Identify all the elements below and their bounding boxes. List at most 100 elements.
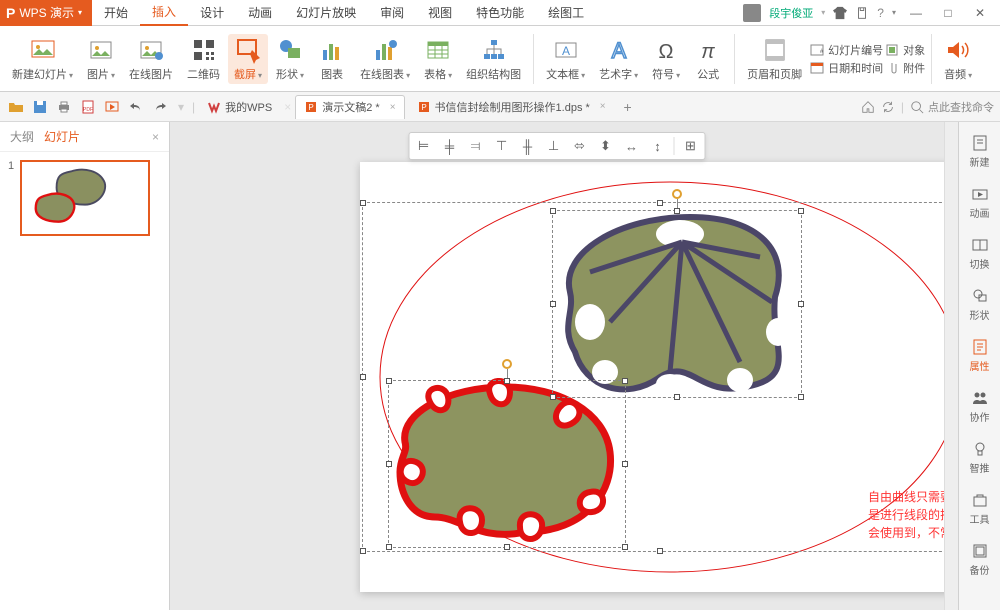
export-pdf-icon[interactable]: PDF [78, 97, 98, 117]
skin-icon[interactable] [833, 6, 847, 20]
datetime-button[interactable]: 日期和时间 [810, 60, 883, 76]
panel-shape[interactable]: 形状 [959, 283, 1000, 326]
maximize-button[interactable]: □ [936, 3, 960, 23]
tab-home[interactable]: 开始 [92, 0, 140, 26]
tab-review[interactable]: 审阅 [368, 0, 416, 26]
undo-icon[interactable] [126, 97, 146, 117]
panel-new[interactable]: 新建 [959, 130, 1000, 173]
user-name[interactable]: 段宇俊亚 [769, 5, 813, 21]
save-icon[interactable] [30, 97, 50, 117]
qrcode-button[interactable]: 二维码 [181, 34, 226, 84]
panel-collab[interactable]: 协作 [959, 385, 1000, 428]
attach-button[interactable]: 附件 [885, 60, 925, 76]
close-panel-icon[interactable]: × [152, 130, 159, 144]
tab-design[interactable]: 设计 [188, 0, 236, 26]
tab-view[interactable]: 视图 [416, 0, 464, 26]
doc-tab-1[interactable]: P 书信信封绘制用图形操作1.dps * × [409, 95, 614, 119]
same-width-icon[interactable]: ↔ [620, 135, 644, 157]
doc-tab-bar: PDF ▾ | 我的WPS × P 演示文稿2 * × P 书信信封绘制用图形操… [0, 92, 1000, 122]
shape-1-selection[interactable] [552, 210, 802, 398]
slides-tab[interactable]: 幻灯片 [44, 128, 80, 145]
wordart-button[interactable]: A 艺术字 [593, 34, 644, 84]
vertical-scrollbar[interactable] [944, 122, 958, 610]
chevron-down-icon[interactable]: ▾ [78, 8, 82, 17]
panel-smart[interactable]: 智推 [959, 436, 1000, 479]
mywps-tab[interactable]: 我的WPS [199, 95, 280, 119]
ribbon-tabs: 开始 插入 设计 动画 幻灯片放映 审阅 视图 特色功能 绘图工 [92, 0, 596, 26]
svg-text:A: A [562, 44, 570, 58]
close-tab-icon[interactable]: × [390, 102, 396, 113]
image-button[interactable]: 图片 [81, 34, 121, 84]
orgchart-button[interactable]: 组织结构图 [460, 34, 527, 84]
align-left-icon[interactable]: ⊨ [412, 135, 436, 157]
formula-button[interactable]: π 公式 [688, 34, 728, 84]
preview-icon[interactable] [102, 97, 122, 117]
distribute-h-icon[interactable]: ⬄ [568, 135, 592, 157]
ribbon-col-2: 对象 附件 [885, 42, 925, 76]
same-height-icon[interactable]: ↕ [646, 135, 670, 157]
redo-icon[interactable] [150, 97, 170, 117]
tab-insert[interactable]: 插入 [140, 0, 188, 26]
app-name: WPS 演示 [19, 4, 74, 21]
align-middle-v-icon[interactable]: ╫ [516, 135, 540, 157]
titlebar-right: 段宇俊亚 ▾ ? ▾ — □ ✕ [743, 3, 1000, 23]
slide-thumbnail-1[interactable] [20, 160, 150, 236]
logo-p-icon: P [6, 5, 15, 21]
object-button[interactable]: 对象 [885, 42, 925, 58]
workspace: 大纲 幻灯片 × 1 ⊨ ╪ ⫤ ⊤ ╫ ⊥ ⬄ [0, 122, 1000, 610]
alignment-toolbar: ⊨ ╪ ⫤ ⊤ ╫ ⊥ ⬄ ⬍ ↔ ↕ ⊞ [409, 132, 706, 160]
align-top-icon[interactable]: ⊤ [490, 135, 514, 157]
svg-text:Ω: Ω [659, 41, 674, 63]
align-bottom-icon[interactable]: ⊥ [542, 135, 566, 157]
print-icon[interactable] [54, 97, 74, 117]
ribbon: 新建幻灯片 图片 在线图片 二维码 截屏 形状 图表 在线图表 表格 组织结构图… [0, 26, 1000, 92]
shirt-icon[interactable] [855, 6, 869, 20]
table-button[interactable]: 表格 [418, 34, 458, 84]
online-image-button[interactable]: 在线图片 [123, 34, 179, 84]
shape-2-selection[interactable] [388, 380, 626, 548]
home-icon[interactable] [861, 100, 875, 114]
doc-tab-2[interactable]: P 演示文稿2 * × [295, 95, 404, 119]
outline-panel: 大纲 幻灯片 × 1 [0, 122, 170, 610]
ribbon-col-1: #幻灯片编号 日期和时间 [810, 42, 883, 76]
add-tab-button[interactable]: + [618, 97, 638, 117]
online-chart-button[interactable]: 在线图表 [354, 34, 416, 84]
open-icon[interactable] [6, 97, 26, 117]
chart-button[interactable]: 图表 [312, 34, 352, 84]
outline-tab[interactable]: 大纲 [10, 128, 34, 145]
panel-anim[interactable]: 动画 [959, 181, 1000, 224]
textbox-button[interactable]: A 文本框 [540, 34, 591, 84]
align-right-icon[interactable]: ⫤ [464, 135, 488, 157]
minimize-button[interactable]: — [904, 3, 928, 23]
panel-backup[interactable]: 备份 [959, 538, 1000, 581]
panel-switch[interactable]: 切换 [959, 232, 1000, 275]
group-icon[interactable]: ⊞ [679, 135, 703, 157]
tab-anim[interactable]: 动画 [236, 0, 284, 26]
close-button[interactable]: ✕ [968, 3, 992, 23]
slide-number-button[interactable]: #幻灯片编号 [810, 42, 883, 58]
tab-slideshow[interactable]: 幻灯片放映 [284, 0, 368, 26]
svg-text:PDF: PDF [83, 107, 93, 113]
distribute-v-icon[interactable]: ⬍ [594, 135, 618, 157]
tab-draw[interactable]: 绘图工 [536, 0, 596, 26]
panel-tool[interactable]: 工具 [959, 487, 1000, 530]
panel-prop[interactable]: 属性 [959, 334, 1000, 377]
shape-button[interactable]: 形状 [270, 34, 310, 84]
command-search[interactable]: 点此查找命令 [910, 99, 994, 115]
slide-canvas[interactable]: 自由曲线只需要了解一下就可以，它就 是进行线段的拉升，在画比较密的线中 会使用到… [360, 162, 944, 592]
svg-text:π: π [701, 41, 715, 63]
canvas-area[interactable]: ⊨ ╪ ⫤ ⊤ ╫ ⊥ ⬄ ⬍ ↔ ↕ ⊞ [170, 122, 944, 610]
sync-icon[interactable] [881, 100, 895, 114]
tab-special[interactable]: 特色功能 [464, 0, 536, 26]
symbol-button[interactable]: Ω 符号 [646, 34, 686, 84]
avatar[interactable] [743, 4, 761, 22]
header-footer-button[interactable]: 页眉和页脚 [741, 34, 808, 84]
screenshot-button[interactable]: 截屏 [228, 34, 268, 84]
new-slide-button[interactable]: 新建幻灯片 [6, 34, 79, 84]
right-panel: 新建 动画 切换 形状 属性 协作 智推 工具 备份 [958, 122, 1000, 610]
annotation-text: 自由曲线只需要了解一下就可以，它就 是进行线段的拉升，在画比较密的线中 会使用到… [868, 488, 944, 542]
slide-number: 1 [8, 160, 14, 236]
align-center-h-icon[interactable]: ╪ [438, 135, 462, 157]
audio-button[interactable]: 音频 [938, 34, 978, 84]
close-tab-icon[interactable]: × [600, 101, 606, 112]
